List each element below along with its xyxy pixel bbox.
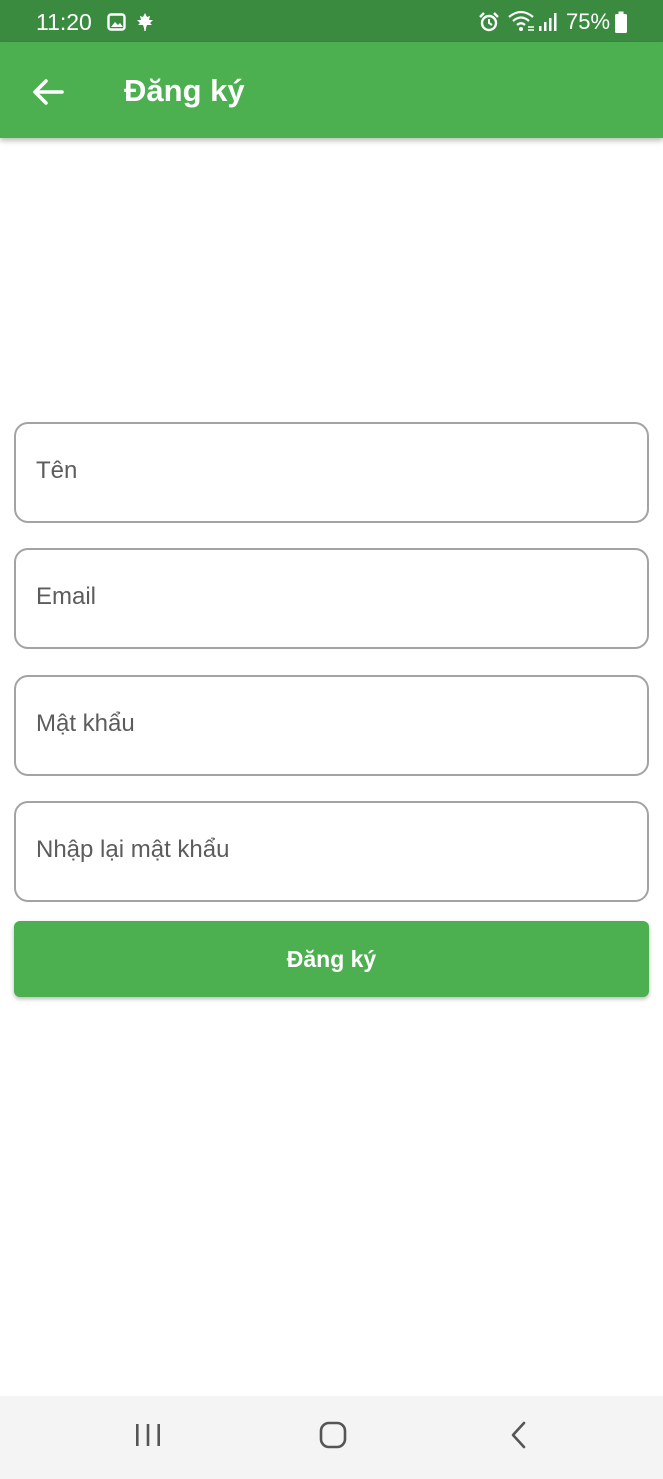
battery-percent: 75% [566,9,611,34]
arrow-left-icon [33,79,64,105]
password-field[interactable]: Mật khẩu [14,675,649,776]
navigation-bar [0,1396,663,1479]
confirm-password-placeholder: Nhập lại mật khẩu [36,836,230,863]
recents-icon [136,1424,160,1446]
back-button[interactable] [22,66,74,118]
page-title: Đăng ký [124,73,245,108]
home-icon [319,1421,347,1449]
email-placeholder: Email [36,583,97,610]
confirm-password-field[interactable]: Nhập lại mật khẩu [14,801,649,902]
password-placeholder: Mật khẩu [36,710,135,737]
wifi-icon [508,10,534,31]
status-time: 11:20 [36,9,92,35]
gallery-icon [107,13,126,31]
name-field[interactable]: Tên [14,422,649,523]
recents-button[interactable] [120,1412,176,1458]
back-icon [511,1421,526,1449]
app-bar: Đăng ký [0,42,663,138]
maple-leaf-icon [137,13,153,31]
name-placeholder: Tên [36,457,78,484]
alarm-icon [479,12,499,32]
battery-icon [615,11,627,33]
signal-icon [539,13,557,31]
status-bar: 11:20 75% [0,0,663,42]
email-field[interactable]: Email [14,548,649,649]
home-button[interactable] [305,1412,361,1458]
system-back-button[interactable] [490,1412,546,1458]
register-button[interactable]: Đăng ký [14,921,649,997]
